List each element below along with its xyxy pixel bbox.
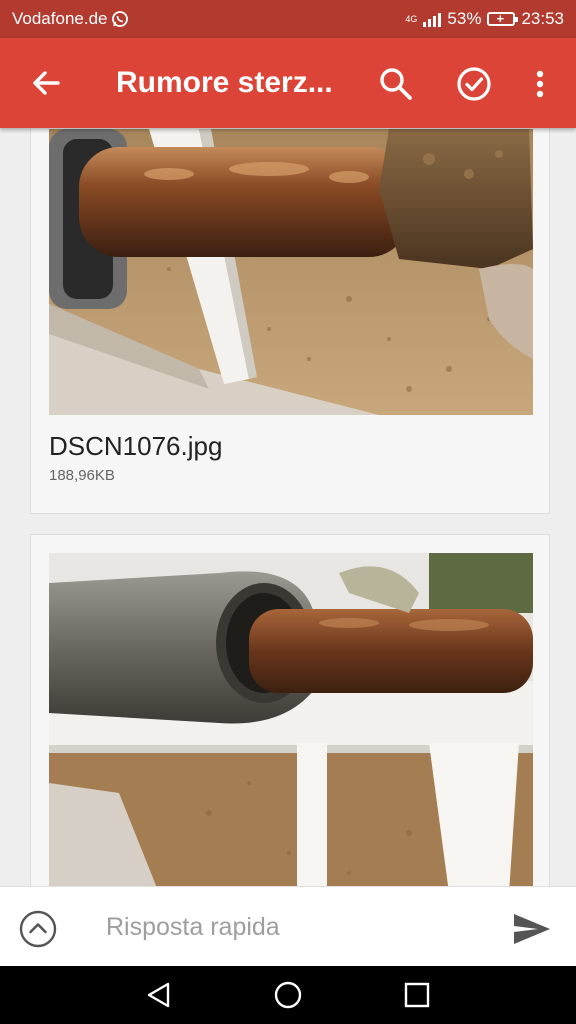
nav-back-icon[interactable] bbox=[144, 980, 174, 1010]
app-bar: Rumore sterz... bbox=[0, 38, 576, 128]
network-type: 4G bbox=[405, 13, 418, 24]
more-vert-icon[interactable] bbox=[528, 64, 552, 104]
clock: 23:53 bbox=[521, 9, 564, 28]
attachment-image[interactable] bbox=[49, 129, 533, 415]
quick-reply-bar: Risposta rapida bbox=[0, 886, 576, 967]
nav-recents-icon[interactable] bbox=[402, 980, 432, 1010]
carrier-name: Vodafone.de bbox=[12, 9, 108, 28]
system-nav-bar bbox=[0, 966, 576, 1024]
search-icon[interactable] bbox=[376, 64, 416, 104]
expand-up-icon[interactable] bbox=[18, 909, 58, 949]
signal-icon bbox=[423, 11, 442, 27]
whatsapp-icon bbox=[112, 11, 129, 27]
attachment-filename: DSCN1076.jpg bbox=[49, 431, 223, 461]
message-content[interactable]: DSCN1076.jpg 188,96KB bbox=[0, 128, 576, 886]
attachment-card[interactable] bbox=[30, 534, 550, 886]
conversation-title: Rumore sterz... bbox=[116, 66, 333, 99]
attachment-card[interactable]: DSCN1076.jpg 188,96KB bbox=[30, 128, 550, 514]
check-circle-icon[interactable] bbox=[454, 64, 494, 104]
attachment-image[interactable] bbox=[49, 553, 533, 886]
status-bar: Vodafone.de 4G 53% + 23:53 bbox=[0, 0, 576, 38]
battery-percent: 53% bbox=[447, 9, 482, 28]
back-arrow-icon[interactable] bbox=[28, 65, 64, 101]
send-icon[interactable] bbox=[512, 911, 552, 947]
attachment-size: 188,96KB bbox=[49, 467, 115, 484]
battery-icon: + bbox=[487, 11, 519, 26]
status-right: 4G 53% + 23:53 bbox=[405, 9, 564, 29]
carrier-group: Vodafone.de bbox=[12, 9, 129, 29]
nav-home-icon[interactable] bbox=[273, 980, 303, 1010]
quick-reply-input[interactable]: Risposta rapida bbox=[106, 913, 280, 942]
